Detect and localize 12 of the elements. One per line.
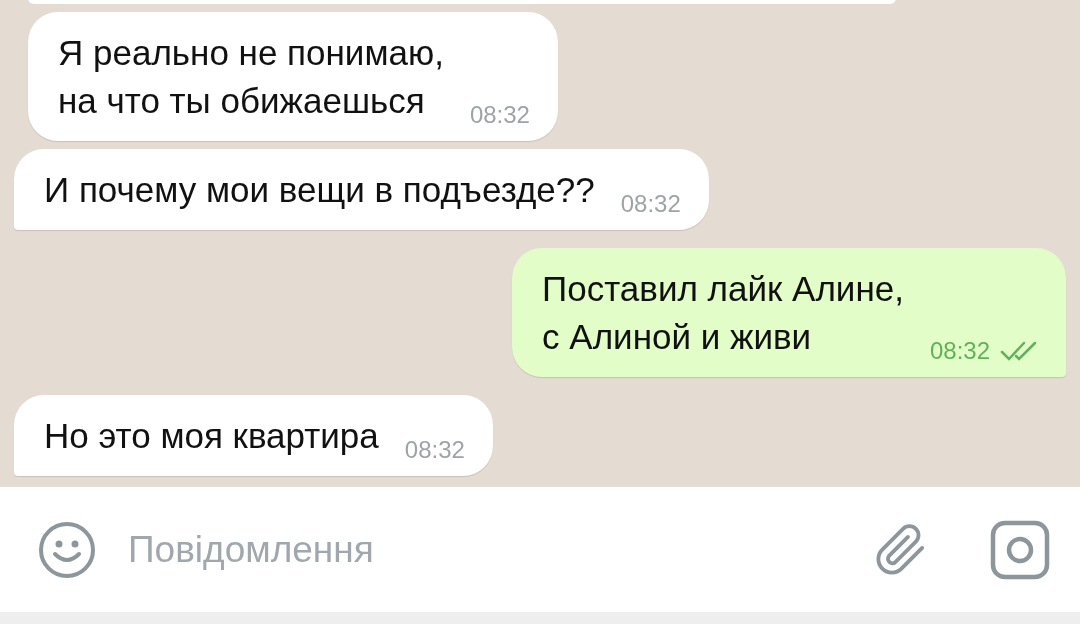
message-time: 08:32 <box>469 101 530 129</box>
message-text: И почему мои вещи в подъезде?? <box>44 169 595 211</box>
message-time: 08:32 <box>404 436 465 464</box>
camera-button[interactable] <box>990 519 1050 580</box>
message-text: Поставил лайк Алине, с Алиной и живи <box>542 268 904 358</box>
smiley-icon <box>38 520 96 579</box>
message-text: Я реально не понимаю, на что ты обижаешься <box>58 32 444 122</box>
camera-icon <box>990 519 1050 580</box>
message-time: 08:32 <box>620 190 681 218</box>
message-time: 08:32 <box>929 337 990 365</box>
emoji-button[interactable] <box>38 520 96 579</box>
message-text: Но это моя квартира <box>44 415 379 457</box>
